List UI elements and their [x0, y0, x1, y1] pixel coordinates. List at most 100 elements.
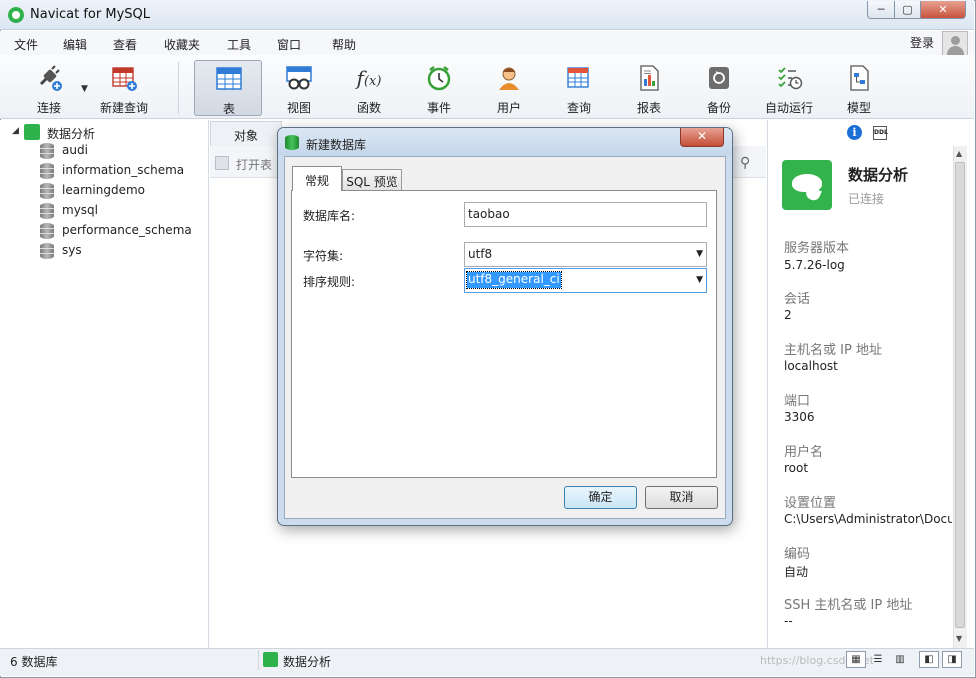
report-icon	[635, 64, 663, 92]
navicat-logo-icon	[8, 7, 24, 23]
dolphin-icon	[782, 160, 832, 210]
menu-favorites[interactable]: 收藏夹	[164, 36, 200, 53]
db-name-label: 数据库名:	[303, 209, 356, 223]
tree-db-performance-schema[interactable]: performance_schema	[40, 222, 205, 240]
database-icon	[285, 135, 299, 150]
toolbar-label: 函数	[356, 101, 381, 115]
menu-window[interactable]: 窗口	[277, 36, 301, 53]
schedule-button[interactable]: 自动运行	[755, 60, 823, 116]
user-button[interactable]: 用户	[475, 60, 543, 116]
charset-label: 字符集:	[303, 249, 344, 263]
ddl-icon[interactable]: DDL	[873, 126, 888, 140]
backup-button[interactable]: 备份	[685, 60, 753, 116]
report-button[interactable]: 报表	[615, 60, 683, 116]
tree-db-information-schema[interactable]: information_schema	[40, 162, 205, 180]
toolbar-label: 连接	[36, 101, 61, 115]
prop-value: localhost	[784, 359, 838, 373]
function-icon: f(x)	[356, 66, 382, 90]
prop-key: 设置位置	[784, 496, 837, 511]
dialog-close-button[interactable]: ✕	[680, 128, 724, 147]
status-divider	[258, 650, 259, 670]
function-button[interactable]: f(x) 函数	[335, 60, 403, 116]
scroll-down-icon[interactable]: ▼	[956, 634, 962, 643]
backup-icon	[705, 64, 733, 92]
tab-sql-preview[interactable]: SQL 预览	[342, 169, 402, 190]
maximize-button[interactable]: ▢	[894, 1, 921, 19]
status-db-count: 6 数据库	[10, 655, 58, 669]
collation-select[interactable]: utf8_general_ci ▼	[464, 268, 707, 293]
database-icon	[40, 183, 54, 199]
list-view-icon[interactable]: ☰	[868, 651, 888, 668]
prop-value: C:\Users\Administrator\Documents	[784, 512, 952, 526]
user-icon	[495, 64, 523, 92]
toolbar-label: 报表	[636, 101, 661, 115]
db-name-input[interactable]: taobao	[464, 202, 707, 227]
panel-right-icon[interactable]: ◨	[942, 651, 962, 668]
chevron-down-icon[interactable]: ▼	[81, 84, 88, 94]
cancel-button[interactable]: 取消	[645, 486, 718, 509]
panel-left-icon[interactable]: ◧	[919, 651, 939, 668]
prop-key: 端口	[784, 394, 811, 409]
login-link[interactable]: 登录	[910, 34, 934, 51]
menu-help[interactable]: 帮助	[332, 36, 356, 53]
tree-db-label: audi	[62, 143, 88, 157]
minimize-button[interactable]: ─	[867, 1, 895, 19]
tab-objects[interactable]: 对象	[210, 121, 282, 146]
prop-key: 用户名	[784, 445, 824, 460]
menu-edit[interactable]: 编辑	[63, 36, 87, 53]
plug-icon	[35, 64, 63, 92]
close-window-button[interactable]: ✕	[920, 1, 966, 19]
prop-value: root	[784, 461, 809, 475]
open-table-icon	[215, 156, 229, 170]
charset-select[interactable]: utf8 ▼	[464, 242, 707, 267]
scrollbar-thumb[interactable]	[955, 162, 965, 628]
query-icon	[565, 64, 593, 92]
connect-button[interactable]: 连接	[15, 60, 83, 116]
connection-name: 数据分析	[848, 166, 909, 184]
expand-arrow-icon[interactable]: ◢	[12, 126, 19, 136]
connection-status: 已连接	[848, 192, 885, 206]
connection-icon	[24, 124, 40, 140]
info-icon[interactable]: i	[847, 125, 862, 140]
tree-connection-label: 数据分析	[47, 127, 96, 141]
toolbar-label: 备份	[706, 101, 731, 115]
query-button[interactable]: 查询	[545, 60, 613, 116]
search-icon[interactable]: ⚲	[740, 155, 750, 171]
prop-key: 会话	[784, 292, 811, 307]
toolbar-label: 自动运行	[764, 101, 813, 115]
tab-panel-general	[291, 190, 717, 478]
table-icon	[215, 65, 243, 93]
tree-db-label: learningdemo	[62, 183, 145, 197]
toolbar-label: 模型	[846, 101, 871, 115]
event-button[interactable]: 事件	[405, 60, 473, 116]
menu-view[interactable]: 查看	[113, 36, 137, 53]
tree-db-learningdemo[interactable]: learningdemo	[40, 182, 205, 200]
tree-db-mysql[interactable]: mysql	[40, 202, 205, 220]
view-button[interactable]: 视图	[265, 60, 333, 116]
connection-icon	[263, 652, 278, 667]
window-title: Navicat for MySQL	[30, 7, 150, 22]
new-query-button[interactable]: 新建查询	[90, 60, 158, 116]
model-button[interactable]: 模型	[825, 60, 893, 116]
avatar[interactable]	[942, 31, 968, 57]
tree-db-label: performance_schema	[62, 223, 192, 237]
open-table-button[interactable]: 打开表	[236, 156, 272, 173]
grid-view-icon[interactable]: ▦	[846, 651, 866, 668]
ok-button[interactable]: 确定	[564, 486, 637, 509]
collation-label: 排序规则:	[303, 275, 356, 289]
menu-tools[interactable]: 工具	[227, 36, 251, 53]
prop-key: 服务器版本	[784, 241, 850, 256]
model-icon	[845, 64, 873, 92]
prop-value: 2	[784, 308, 792, 322]
tab-general[interactable]: 常规	[292, 166, 342, 191]
tree-db-sys[interactable]: sys	[40, 242, 205, 260]
prop-value: 自动	[784, 565, 809, 579]
menu-file[interactable]: 文件	[14, 36, 38, 53]
tree-db-label: sys	[62, 243, 82, 257]
chevron-down-icon: ▼	[696, 249, 703, 259]
table-button[interactable]: 表	[194, 60, 262, 116]
detail-view-icon[interactable]: ▥	[890, 651, 910, 668]
tree-connection[interactable]: ◢ 数据分析	[10, 123, 205, 141]
scroll-up-icon[interactable]: ▲	[956, 149, 962, 158]
tree-db-audi[interactable]: audi	[40, 142, 205, 160]
